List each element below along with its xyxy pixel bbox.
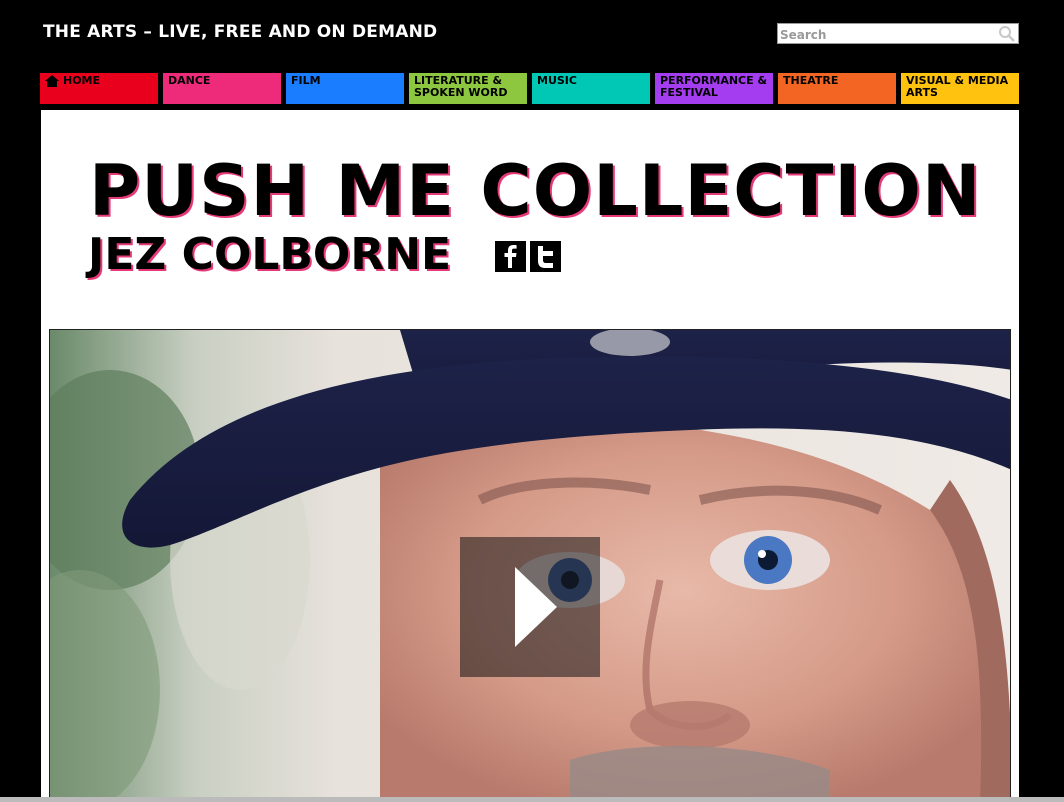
nav-performance[interactable]: PERFORMANCE & FESTIVAL [655, 73, 773, 104]
nav-music[interactable]: MUSIC [532, 73, 650, 104]
artist-name: JEZ COLBORNE [88, 229, 452, 280]
search-icon[interactable] [998, 25, 1016, 43]
home-icon [45, 75, 59, 87]
nav-dance[interactable]: DANCE [163, 73, 281, 104]
bottom-edge [0, 797, 1064, 802]
nav-film-label: FILM [291, 74, 321, 87]
twitter-icon[interactable] [530, 241, 561, 272]
nav-dance-label: DANCE [168, 74, 211, 87]
nav-music-label: MUSIC [537, 74, 577, 87]
nav-theatre-label: THEATRE [783, 74, 839, 87]
site-title[interactable]: THE ARTS – LIVE, FREE AND ON DEMAND [43, 22, 437, 42]
search-box [777, 23, 1019, 45]
social-links [495, 241, 561, 272]
page-title: PUSH ME COLLECTION [89, 150, 982, 232]
nav-film[interactable]: FILM [286, 73, 404, 104]
nav-visual-media-label: VISUAL & MEDIA ARTS [906, 74, 1009, 99]
nav-home[interactable]: HOME [40, 73, 158, 104]
nav-literature-label: LITERATURE & SPOKEN WORD [414, 74, 508, 99]
facebook-icon[interactable] [495, 241, 526, 272]
nav-literature[interactable]: LITERATURE & SPOKEN WORD [409, 73, 527, 104]
nav-theatre[interactable]: THEATRE [778, 73, 896, 104]
main-content: PUSH ME COLLECTION JEZ COLBORNE [41, 110, 1019, 802]
play-button[interactable] [460, 537, 600, 677]
play-icon [515, 567, 557, 647]
nav-visual-media[interactable]: VISUAL & MEDIA ARTS [901, 73, 1019, 104]
video-player[interactable] [49, 329, 1011, 802]
nav-performance-label: PERFORMANCE & FESTIVAL [660, 74, 768, 99]
search-input[interactable] [778, 25, 995, 45]
main-nav: HOME DANCE FILM LITERATURE & SPOKEN WORD… [40, 73, 1020, 104]
nav-home-label: HOME [63, 74, 101, 87]
